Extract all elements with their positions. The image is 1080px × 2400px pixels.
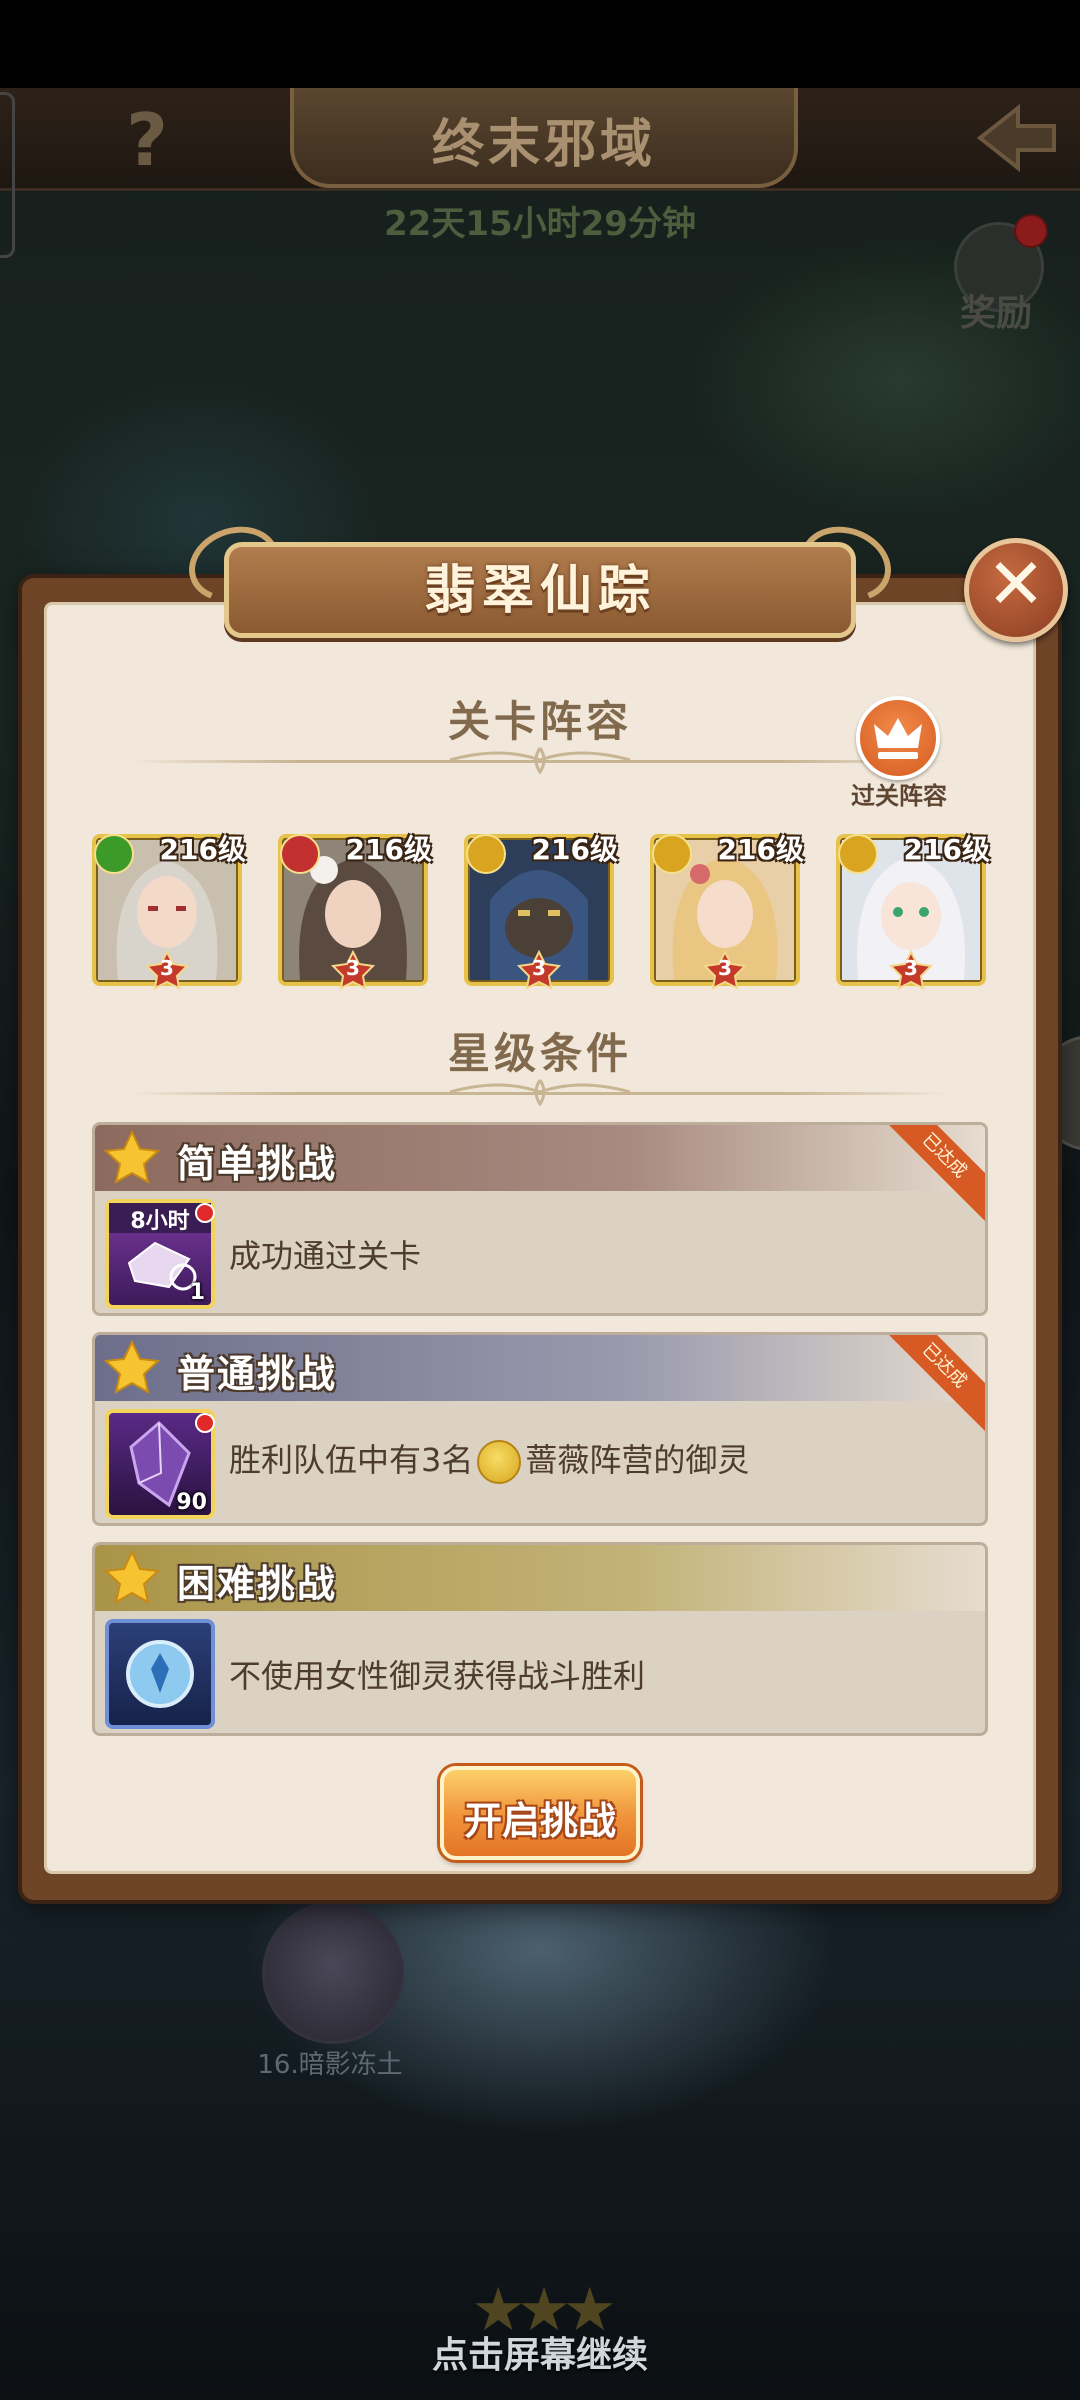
challenge-description-part: 胜利队伍中有3名: [229, 1441, 474, 1479]
hero-star-badge: 3: [888, 949, 934, 990]
close-icon: ✕: [986, 543, 1046, 625]
faction-rose-icon: [652, 834, 692, 874]
status-bar: [0, 0, 1080, 88]
challenge-easy: 简单挑战 已达成 8小时 1 成功通过关卡: [92, 1122, 988, 1316]
reward-count: 1: [189, 1280, 205, 1305]
clear-lineup-button[interactable]: 过关阵容: [846, 696, 952, 810]
hero-star-badge: 3: [330, 949, 376, 990]
back-arrow-icon: [976, 103, 1056, 173]
faction-rose-icon: [477, 1440, 522, 1484]
divider-ornament-icon: [449, 1079, 631, 1106]
hero-level: 216级: [531, 833, 618, 866]
faction-nature-icon: [94, 834, 134, 874]
hero-level: 216级: [345, 833, 432, 866]
faction-rose-icon: [838, 834, 878, 874]
divider-ornament-icon: [449, 747, 631, 774]
challenge-name: 困难挑战: [177, 1562, 338, 1606]
hero-level: 216级: [903, 833, 990, 866]
close-button[interactable]: ✕: [964, 538, 1068, 642]
tap-to-continue-hint[interactable]: 点击屏幕继续: [0, 2326, 1080, 2378]
title-plaque: 终末邪域: [290, 88, 798, 188]
hero-star-badge: 3: [144, 949, 190, 990]
reward-label: 奖励: [959, 293, 1032, 334]
hero-level: 216级: [159, 833, 246, 866]
back-button[interactable]: [970, 96, 1060, 180]
hero-star-count: 3: [160, 956, 174, 980]
stage-label: 16.暗影冻土: [257, 2050, 403, 2080]
hero-star-count: 3: [904, 956, 918, 980]
hero-level: 216级: [717, 833, 804, 866]
challenge-name: 普通挑战: [177, 1352, 338, 1396]
challenge-hard: 困难挑战 不使用女性御灵获得战斗胜利: [92, 1542, 988, 1736]
faction-rose-icon: [466, 834, 506, 874]
dialog-banner: 翡翠仙踪: [178, 514, 902, 642]
crown-icon: [856, 696, 940, 780]
challenge-description: 不使用女性御灵获得战斗胜利: [229, 1657, 646, 1695]
challenge-description: 胜利队伍中有3名 蔷薇阵营的御灵: [229, 1435, 749, 1484]
hero-star-badge: 3: [516, 949, 562, 990]
challenge-normal: 普通挑战 已达成 90 胜利队伍中有3名 蔷薇阵营的御灵: [92, 1332, 988, 1526]
dialog-title: 翡翠仙踪: [423, 561, 656, 621]
hero-star-count: 3: [718, 956, 732, 980]
hero-star-badge: 3: [702, 949, 748, 990]
boss-node-icon[interactable]: [262, 1902, 404, 2044]
help-button[interactable]: ?: [112, 100, 182, 180]
reward-button[interactable]: 奖励: [948, 214, 1048, 334]
page-title: 终末邪域: [431, 115, 656, 175]
start-challenge-label: 开启挑战: [463, 1799, 616, 1843]
orb-icon: [126, 1640, 194, 1708]
star-icon: [103, 1549, 161, 1604]
star-icon: [103, 1129, 161, 1184]
challenge-description: 成功通过关卡: [229, 1237, 422, 1275]
faction-fire-icon: [280, 834, 320, 874]
challenge-description-part: 蔷薇阵营的御灵: [525, 1441, 750, 1479]
star-icon: [103, 1339, 161, 1394]
clear-lineup-label: 过关阵容: [851, 782, 947, 810]
notification-dot: [195, 1203, 215, 1223]
event-timer: 22天15小时29分钟: [384, 204, 696, 244]
hero-star-count: 3: [346, 956, 360, 980]
reward-item-orb[interactable]: [105, 1619, 215, 1729]
reward-count: 90: [176, 1490, 207, 1515]
start-challenge-button[interactable]: 开启挑战: [440, 1766, 640, 1860]
notification-dot: [195, 1413, 215, 1433]
notification-dot: [1014, 214, 1048, 248]
star-conditions-title: 星级条件: [447, 1029, 632, 1078]
challenge-name: 简单挑战: [177, 1142, 338, 1186]
question-icon: ?: [126, 98, 168, 182]
hero-star-count: 3: [532, 956, 546, 980]
